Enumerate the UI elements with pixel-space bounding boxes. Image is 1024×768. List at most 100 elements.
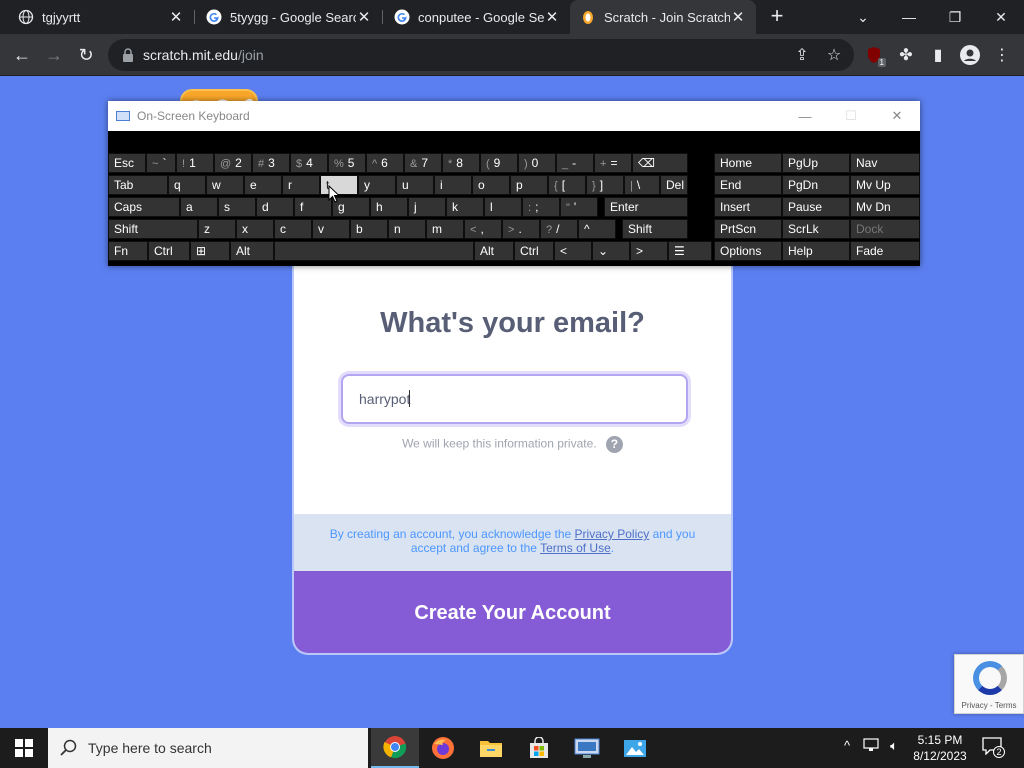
close-tab-icon[interactable]: ✕ bbox=[356, 9, 372, 26]
osk-key[interactable]: * 8 bbox=[442, 153, 480, 173]
address-bar[interactable]: scratch.mit.edu/join bbox=[108, 39, 854, 71]
back-arrow-icon[interactable]: ← bbox=[9, 42, 35, 68]
osk-key[interactable]: z bbox=[198, 219, 236, 239]
osk-key[interactable]: < bbox=[554, 241, 592, 261]
osk-key[interactable]: Mv Dn bbox=[850, 197, 920, 217]
terms-of-use-link[interactable]: Terms of Use bbox=[540, 541, 611, 555]
osk-key[interactable]: | \ bbox=[624, 175, 660, 195]
start-button[interactable] bbox=[0, 728, 48, 768]
osk-key[interactable]: e bbox=[244, 175, 282, 195]
share-icon[interactable]: ⇪ bbox=[789, 42, 815, 68]
recaptcha-badge[interactable]: Privacy - Terms bbox=[954, 654, 1024, 714]
osk-key[interactable]: i bbox=[434, 175, 472, 195]
osk-key[interactable]: Home bbox=[714, 153, 782, 173]
file-explorer-taskbar-icon[interactable] bbox=[467, 728, 515, 768]
osk-key[interactable]: Dock bbox=[850, 219, 920, 239]
email-field[interactable] bbox=[341, 374, 688, 424]
osk-key[interactable]: % 5 bbox=[328, 153, 366, 173]
osk-key[interactable]: Del bbox=[660, 175, 688, 195]
osk-key[interactable]: f bbox=[294, 197, 332, 217]
osk-maximize-button[interactable]: ☐ bbox=[828, 101, 874, 131]
osk-key[interactable]: v bbox=[312, 219, 350, 239]
puzzle-extensions-icon[interactable]: ✤ bbox=[893, 42, 919, 68]
osk-key[interactable]: l bbox=[484, 197, 522, 217]
osk-key[interactable]: <, bbox=[464, 219, 502, 239]
osk-key[interactable]: r bbox=[282, 175, 320, 195]
tab-conputee[interactable]: conputee - Google Search ✕ bbox=[384, 0, 570, 34]
osk-key[interactable]: PgDn bbox=[782, 175, 850, 195]
osk-key[interactable]: ⊞ bbox=[190, 241, 230, 261]
osk-key[interactable]: Alt bbox=[230, 241, 274, 261]
recaptcha-links[interactable]: Privacy - Terms bbox=[955, 701, 1023, 710]
osk-close-button[interactable]: ✕ bbox=[874, 101, 920, 131]
tab-tgjyyrtt[interactable]: tgjyyrtt ✕ bbox=[8, 0, 194, 34]
osk-key[interactable]: q bbox=[168, 175, 206, 195]
osk-key[interactable]: x bbox=[236, 219, 274, 239]
osk-key[interactable]: ) 0 bbox=[518, 153, 556, 173]
reload-icon[interactable]: ↻ bbox=[73, 42, 99, 68]
tab-search-icon[interactable]: ⌄ bbox=[840, 0, 886, 34]
osk-key[interactable]: Ctrl bbox=[148, 241, 190, 261]
osk-key[interactable]: > bbox=[630, 241, 668, 261]
osk-key[interactable]: ^ bbox=[578, 219, 616, 239]
osk-key[interactable]: d bbox=[256, 197, 294, 217]
osk-key[interactable] bbox=[274, 241, 474, 261]
osk-key[interactable]: Tab bbox=[108, 175, 168, 195]
osk-key[interactable]: PrtScn bbox=[714, 219, 782, 239]
close-tab-icon[interactable]: ✕ bbox=[544, 9, 560, 26]
restore-button[interactable]: ❐ bbox=[932, 0, 978, 34]
firefox-taskbar-icon[interactable] bbox=[419, 728, 467, 768]
profile-avatar-icon[interactable] bbox=[957, 42, 983, 68]
osk-key[interactable]: End bbox=[714, 175, 782, 195]
osk-key[interactable]: Fade bbox=[850, 241, 920, 261]
osk-key[interactable]: Nav bbox=[850, 153, 920, 173]
osk-key[interactable]: j bbox=[408, 197, 446, 217]
osk-minimize-button[interactable]: — bbox=[782, 101, 828, 131]
osk-key[interactable]: ^ 6 bbox=[366, 153, 404, 173]
osk-key[interactable]: >. bbox=[502, 219, 540, 239]
osk-key[interactable]: k bbox=[446, 197, 484, 217]
osk-key[interactable]: Fn bbox=[108, 241, 148, 261]
close-tab-icon[interactable]: ✕ bbox=[168, 9, 184, 26]
osk-key[interactable]: ScrLk bbox=[782, 219, 850, 239]
osk-key[interactable]: u bbox=[396, 175, 434, 195]
osk-key[interactable]: ! 1 bbox=[176, 153, 214, 173]
tab-5tyygg[interactable]: 5tyygg - Google Search ✕ bbox=[196, 0, 382, 34]
remote-desktop-taskbar-icon[interactable] bbox=[563, 728, 611, 768]
osk-key[interactable]: o bbox=[472, 175, 510, 195]
osk-key[interactable]: h bbox=[370, 197, 408, 217]
close-window-button[interactable]: ✕ bbox=[978, 0, 1024, 34]
osk-key[interactable]: n bbox=[388, 219, 426, 239]
osk-key[interactable]: Shift bbox=[108, 219, 198, 239]
osk-title-bar[interactable]: On-Screen Keyboard — ☐ ✕ bbox=[108, 101, 920, 131]
tab-scratch-join[interactable]: Scratch - Join Scratch ✕ bbox=[570, 0, 756, 34]
bookmark-star-icon[interactable]: ☆ bbox=[821, 42, 847, 68]
action-center-icon[interactable]: 2 bbox=[982, 737, 1005, 758]
osk-key[interactable]: Shift bbox=[622, 219, 688, 239]
create-account-button[interactable]: Create Your Account bbox=[294, 571, 731, 653]
osk-key[interactable]: ⌄ bbox=[592, 241, 630, 261]
osk-key[interactable]: y bbox=[358, 175, 396, 195]
photos-taskbar-icon[interactable] bbox=[611, 728, 659, 768]
ublock-extension-icon[interactable]: 1 bbox=[861, 42, 887, 68]
osk-key[interactable]: }] bbox=[586, 175, 624, 195]
osk-key[interactable]: b bbox=[350, 219, 388, 239]
osk-key[interactable]: ~ ` bbox=[146, 153, 176, 173]
osk-key[interactable]: c bbox=[274, 219, 312, 239]
osk-key[interactable]: Pause bbox=[782, 197, 850, 217]
osk-key[interactable]: Esc bbox=[108, 153, 146, 173]
osk-key[interactable]: (9 bbox=[480, 153, 518, 173]
close-tab-icon[interactable]: ✕ bbox=[730, 9, 746, 26]
osk-key[interactable]: Help bbox=[782, 241, 850, 261]
osk-key[interactable]: & 7 bbox=[404, 153, 442, 173]
osk-key[interactable]: m bbox=[426, 219, 464, 239]
show-hidden-icons-chevron-icon[interactable]: ^ bbox=[837, 738, 857, 758]
osk-key[interactable]: $4 bbox=[290, 153, 328, 173]
osk-key[interactable]: PgUp bbox=[782, 153, 850, 173]
osk-key[interactable]: Caps bbox=[108, 197, 180, 217]
osk-key[interactable]: ☰ bbox=[668, 241, 712, 261]
osk-key[interactable]: Options bbox=[714, 241, 782, 261]
network-icon[interactable] bbox=[861, 738, 881, 758]
forward-arrow-icon[interactable]: → bbox=[41, 42, 67, 68]
osk-key[interactable]: _ - bbox=[556, 153, 594, 173]
